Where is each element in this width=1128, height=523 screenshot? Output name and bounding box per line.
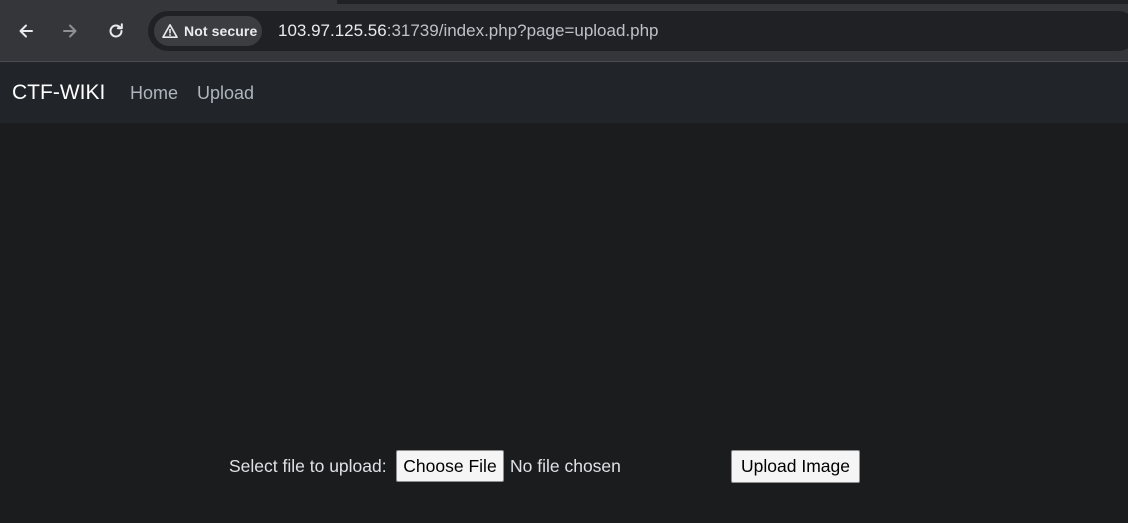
active-tab-edge <box>0 0 337 4</box>
back-arrow-icon <box>19 24 33 38</box>
upload-label: Select file to upload: <box>229 456 387 476</box>
browser-toolbar: Not secure 103.97.125.56:31739/index.php… <box>0 0 1128 62</box>
reload-icon <box>109 23 123 38</box>
upload-image-button[interactable]: Upload Image <box>731 450 860 483</box>
nav-link-home[interactable]: Home <box>130 83 178 104</box>
url-text[interactable]: 103.97.125.56:31739/index.php?page=uploa… <box>278 21 659 41</box>
choose-file-button[interactable]: Choose File <box>396 450 504 482</box>
security-label: Not secure <box>184 23 258 39</box>
reload-button[interactable] <box>103 18 129 44</box>
security-chip[interactable]: Not secure <box>154 16 262 46</box>
forward-button[interactable] <box>57 18 83 44</box>
brand-link[interactable]: CTF-WIKI <box>12 81 105 105</box>
nav-link-upload[interactable]: Upload <box>197 83 254 104</box>
site-navbar: CTF-WIKI Home Upload <box>0 62 1128 123</box>
address-bar[interactable]: Not secure 103.97.125.56:31739/index.php… <box>148 11 1128 51</box>
url-path: :31739/index.php?page=upload.php <box>386 21 659 40</box>
warning-triangle-icon <box>162 24 178 38</box>
forward-arrow-icon <box>63 24 77 38</box>
back-button[interactable] <box>13 18 39 44</box>
url-host: 103.97.125.56 <box>278 21 387 40</box>
file-status-text: No file chosen <box>510 456 621 476</box>
